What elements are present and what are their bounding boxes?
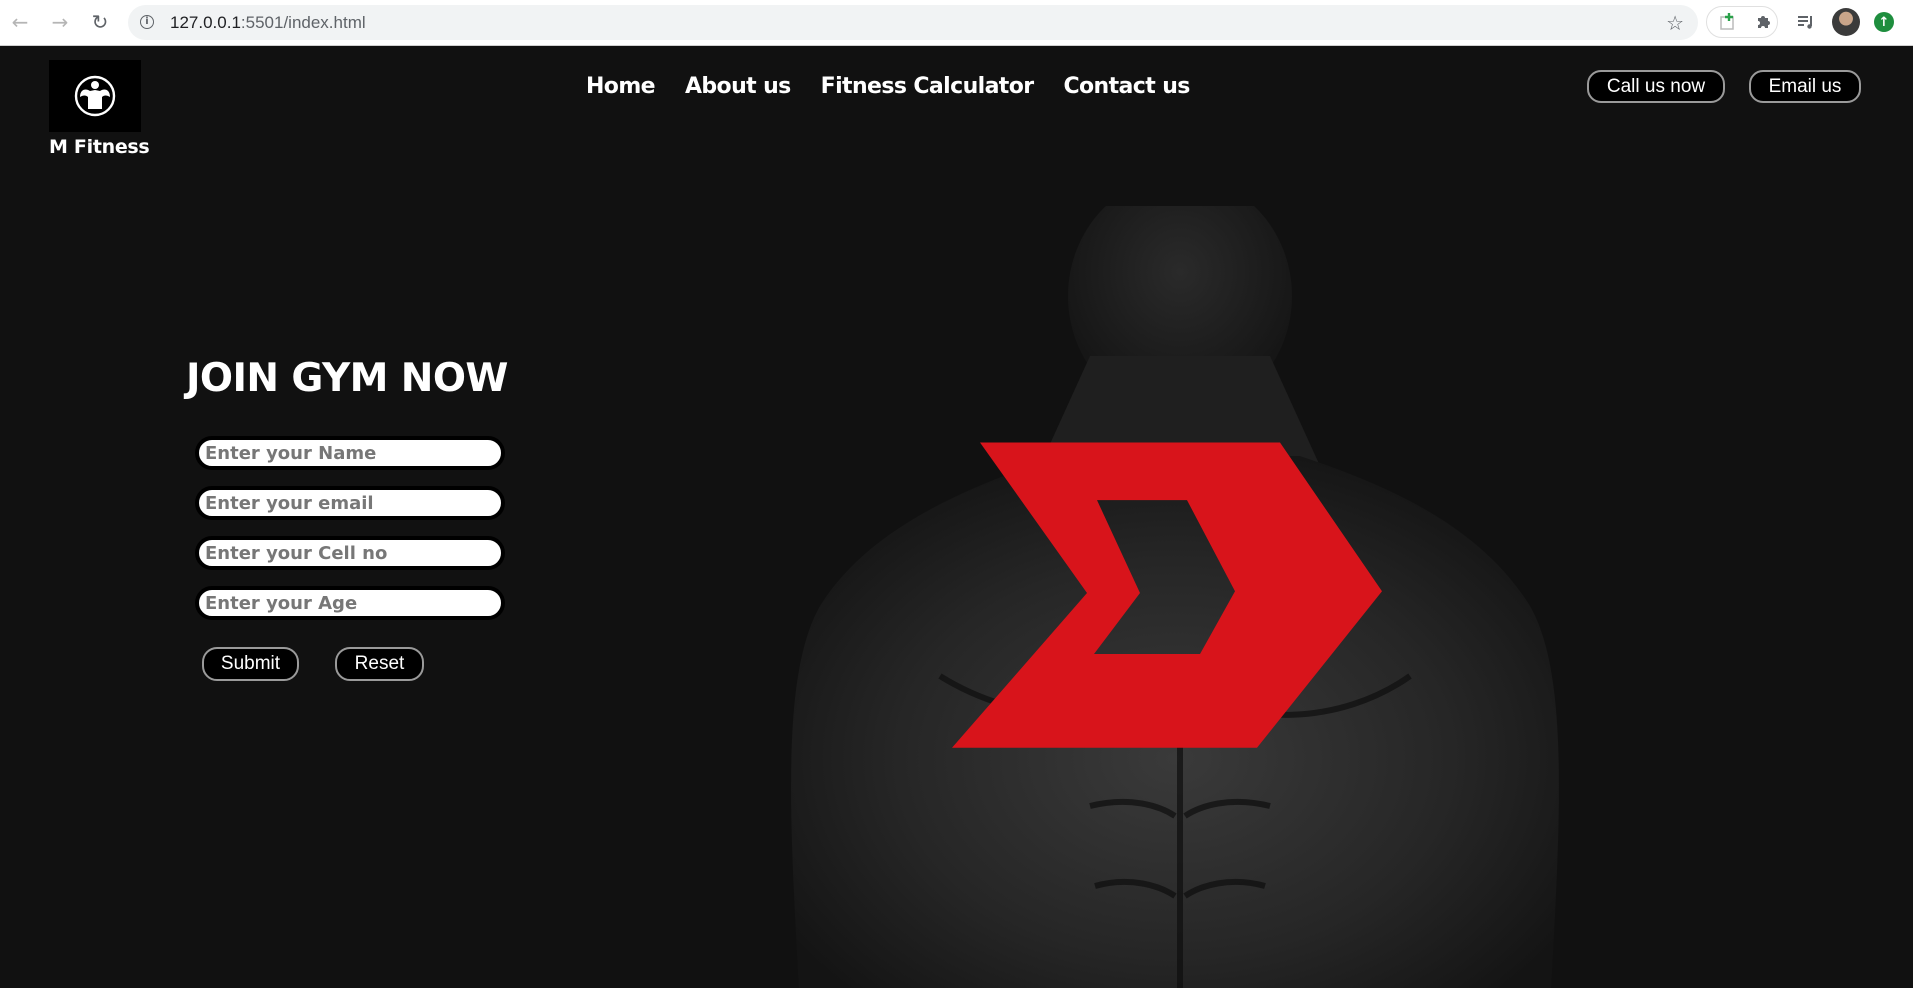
email-input[interactable]: [195, 486, 505, 520]
join-title: JOIN GYM NOW: [186, 356, 508, 401]
nav-home[interactable]: Home: [586, 74, 656, 99]
main-nav: Home About us Fitness Calculator Contact…: [586, 74, 1190, 99]
browser-toolbar: ← → ↻ i 127.0.0.1:5501/index.html ☆ ↑: [0, 0, 1913, 46]
submit-button[interactable]: Submit: [202, 647, 299, 681]
email-us-button[interactable]: Email us: [1749, 70, 1861, 103]
extension-add-icon[interactable]: [1716, 10, 1740, 34]
reload-icon[interactable]: ↻: [88, 10, 112, 34]
star-icon[interactable]: ☆: [1666, 11, 1684, 35]
brand-logo[interactable]: [49, 60, 141, 132]
call-us-button[interactable]: Call us now: [1587, 70, 1725, 103]
name-input[interactable]: [195, 436, 505, 470]
url-host: 127.0.0.1: [170, 13, 241, 32]
puzzle-icon[interactable]: [1752, 10, 1776, 34]
reset-button[interactable]: Reset: [335, 647, 424, 681]
back-arrow-icon[interactable]: ←: [8, 10, 32, 34]
reading-list-icon[interactable]: [1794, 10, 1818, 34]
age-input[interactable]: [195, 586, 505, 620]
forward-arrow-icon[interactable]: →: [48, 10, 72, 34]
hero-graphic: [791, 206, 1559, 988]
brand-name: M Fitness: [49, 136, 150, 158]
nav-about-us[interactable]: About us: [685, 74, 791, 99]
url-path: :5501/index.html: [240, 13, 366, 32]
update-icon[interactable]: ↑: [1874, 12, 1894, 32]
nav-fitness-calculator[interactable]: Fitness Calculator: [821, 74, 1034, 99]
url-text[interactable]: 127.0.0.1:5501/index.html: [170, 13, 366, 33]
page: M Fitness Home About us Fitness Calculat…: [0, 46, 1913, 988]
bodybuilder-icon: [74, 75, 116, 117]
nav-contact-us[interactable]: Contact us: [1064, 74, 1191, 99]
info-icon[interactable]: i: [140, 15, 154, 29]
cell-input[interactable]: [195, 536, 505, 570]
address-bar[interactable]: i 127.0.0.1:5501/index.html ☆: [128, 5, 1698, 40]
profile-avatar[interactable]: [1832, 8, 1860, 36]
